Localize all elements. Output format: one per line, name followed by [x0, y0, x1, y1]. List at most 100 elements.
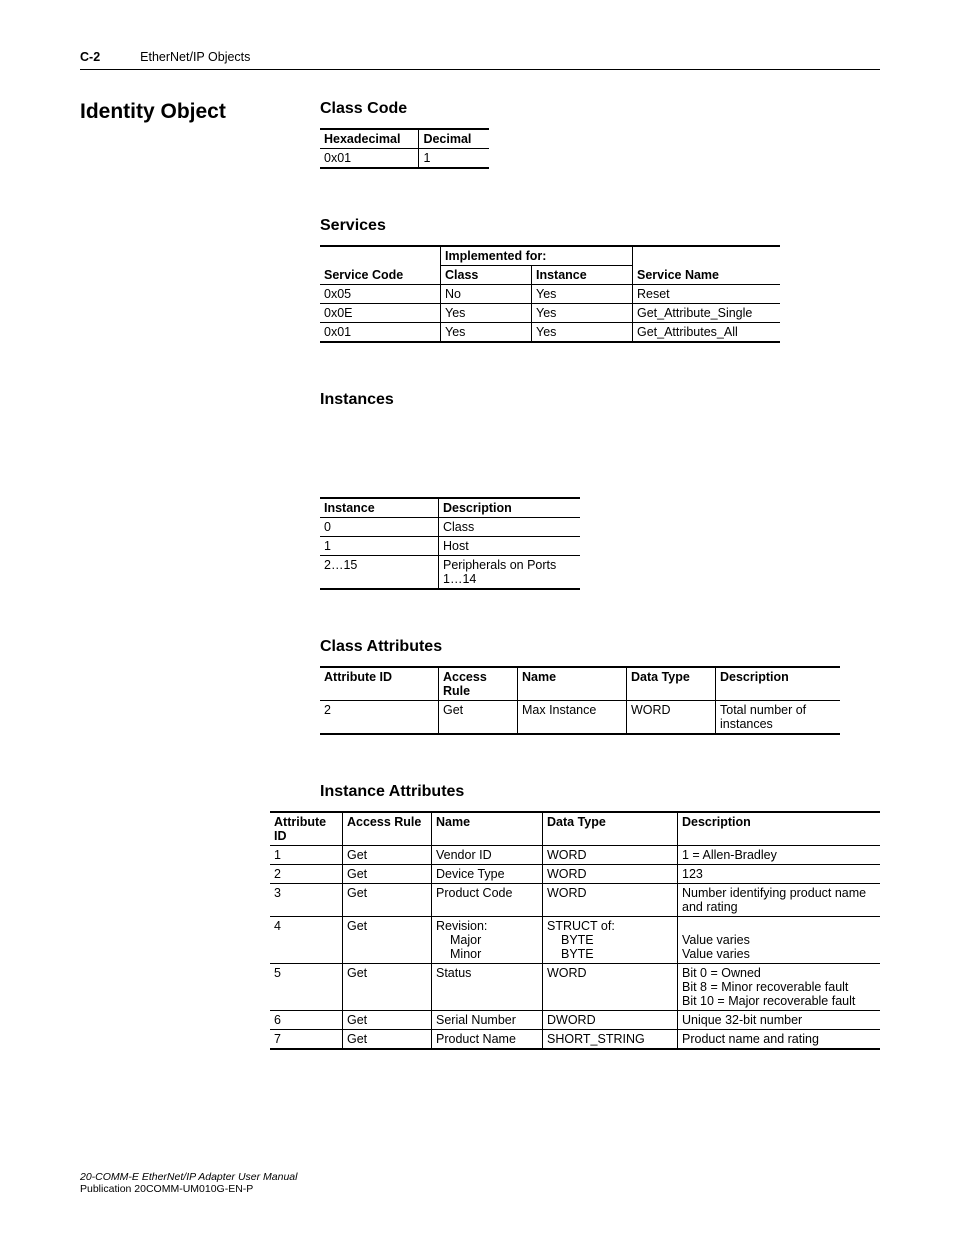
cell: 5: [270, 964, 343, 1011]
services-heading: Services: [320, 217, 880, 235]
cell: 0x01: [320, 323, 441, 343]
cell: WORD: [543, 964, 678, 1011]
cell: No: [441, 285, 532, 304]
chapter-title: EtherNet/IP Objects: [140, 50, 250, 64]
table-row: 2 Get Max Instance WORD Total number of …: [320, 701, 840, 735]
table-row: 0x01 Yes Yes Get_Attributes_All: [320, 323, 780, 343]
cell: Yes: [441, 323, 532, 343]
cell: Yes: [532, 304, 633, 323]
right-column: Class Code Hexadecimal Decimal 0x01 1 Se…: [320, 100, 880, 1050]
instances-table: Instance Description 0 Class 1 Host 2…15: [320, 497, 580, 590]
cell: Revision:MajorMinor: [432, 917, 543, 964]
cell: Get: [343, 1030, 432, 1050]
footer: 20-COMM-E EtherNet/IP Adapter User Manua…: [80, 1171, 297, 1195]
cell: 6: [270, 1011, 343, 1030]
th-service-name: Service Name: [633, 266, 781, 285]
cell: Serial Number: [432, 1011, 543, 1030]
cell: 2…15: [320, 556, 439, 590]
class-attributes-table: Attribute ID Access Rule Name Data Type …: [320, 666, 840, 735]
instance-attributes-table: Attribute ID Access Rule Name Data Type …: [270, 811, 880, 1050]
cell: Get: [343, 1011, 432, 1030]
cell: Bit 0 = OwnedBit 8 = Minor recoverable f…: [678, 964, 881, 1011]
instance-attributes-heading: Instance Attributes: [320, 783, 880, 801]
th-service-code: Service Code: [320, 266, 441, 285]
cell: Vendor ID: [432, 846, 543, 865]
th-dec: Decimal: [419, 129, 489, 149]
cell: 0x0E: [320, 304, 441, 323]
instances-heading: Instances: [320, 391, 880, 409]
table-row: 7GetProduct NameSHORT_STRINGProduct name…: [270, 1030, 880, 1050]
class-attributes-heading: Class Attributes: [320, 638, 880, 656]
cell: STRUCT of:BYTEBYTE: [543, 917, 678, 964]
section-heading: Identity Object: [80, 100, 320, 124]
cell: Total number of instances: [716, 701, 841, 735]
th-attr-id: Attribute ID: [320, 667, 439, 701]
table-row: 5GetStatusWORDBit 0 = OwnedBit 8 = Minor…: [270, 964, 880, 1011]
page-number: C-2: [80, 50, 100, 64]
table-row: 0x0E Yes Yes Get_Attribute_Single: [320, 304, 780, 323]
cell: 2: [320, 701, 439, 735]
cell: Host: [439, 537, 581, 556]
cell: 1 = Allen-Bradley: [678, 846, 881, 865]
table-row: 1GetVendor IDWORD1 = Allen-Bradley: [270, 846, 880, 865]
th-description: Description: [716, 667, 841, 701]
cell: Peripherals on Ports 1…14: [439, 556, 581, 590]
cell: Number identifying product name and rati…: [678, 884, 881, 917]
cell: 7: [270, 1030, 343, 1050]
cell: DWORD: [543, 1011, 678, 1030]
table-row: 2GetDevice TypeWORD123: [270, 865, 880, 884]
cell: 1: [320, 537, 439, 556]
cell: Yes: [532, 323, 633, 343]
cell: Product Code: [432, 884, 543, 917]
cell: Get: [343, 964, 432, 1011]
cell: WORD: [543, 846, 678, 865]
cell: WORD: [543, 865, 678, 884]
th-attr-id: Attribute ID: [270, 812, 343, 846]
th-hex: Hexadecimal: [320, 129, 419, 149]
cell: Get_Attribute_Single: [633, 304, 781, 323]
cell: Yes: [441, 304, 532, 323]
cell: Reset: [633, 285, 781, 304]
table-row: 0x01 1: [320, 149, 489, 169]
cell: Yes: [532, 285, 633, 304]
th-description: Description: [439, 498, 581, 518]
th-class: Class: [441, 266, 532, 285]
th-blank: [320, 246, 441, 266]
class-code-table: Hexadecimal Decimal 0x01 1: [320, 128, 489, 169]
table-row: 2…15 Peripherals on Ports 1…14: [320, 556, 580, 590]
cell: Product name and rating: [678, 1030, 881, 1050]
table-row: 1 Host: [320, 537, 580, 556]
table-row: 6GetSerial NumberDWORDUnique 32-bit numb…: [270, 1011, 880, 1030]
th-access-rule: Access Rule: [439, 667, 518, 701]
cell: Get_Attributes_All: [633, 323, 781, 343]
th-blank: [633, 246, 781, 266]
cell: 0x05: [320, 285, 441, 304]
content-columns: Identity Object Class Code Hexadecimal D…: [80, 100, 880, 1050]
th-instance: Instance: [532, 266, 633, 285]
cell: SHORT_STRING: [543, 1030, 678, 1050]
cell: Unique 32-bit number: [678, 1011, 881, 1030]
th-instance: Instance: [320, 498, 439, 518]
cell: 0: [320, 518, 439, 537]
th-description: Description: [678, 812, 881, 846]
th-name: Name: [432, 812, 543, 846]
class-code-heading: Class Code: [320, 100, 880, 118]
cell: Max Instance: [518, 701, 627, 735]
services-table: Implemented for: Service Code Class Inst…: [320, 245, 780, 343]
cell: 2: [270, 865, 343, 884]
cell: Status: [432, 964, 543, 1011]
cell: Get: [343, 917, 432, 964]
left-column: Identity Object: [80, 100, 320, 130]
footer-manual-title: 20-COMM-E EtherNet/IP Adapter User Manua…: [80, 1171, 297, 1183]
table-row: 0 Class: [320, 518, 580, 537]
table-row: 3GetProduct CodeWORDNumber identifying p…: [270, 884, 880, 917]
cell: 4: [270, 917, 343, 964]
th-name: Name: [518, 667, 627, 701]
cell: Get: [343, 846, 432, 865]
cell: Get: [343, 884, 432, 917]
cell: Get: [343, 865, 432, 884]
cell: Class: [439, 518, 581, 537]
cell: 0x01: [320, 149, 419, 169]
th-data-type: Data Type: [627, 667, 716, 701]
cell: 1: [270, 846, 343, 865]
